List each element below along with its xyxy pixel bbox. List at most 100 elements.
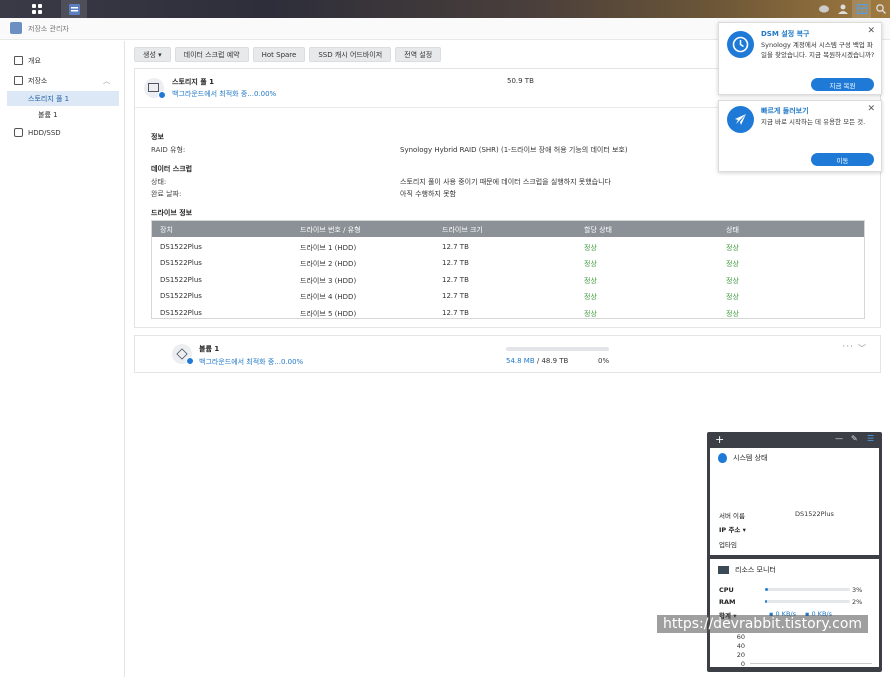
notification-dsm-restore: DSM 설정 복구 Synology 계정에서 시스템 구성 백업 파일을 찾았… [718, 22, 882, 95]
cell-allocation: 정상 [584, 310, 597, 318]
more-options-icon[interactable]: ··· [842, 342, 854, 352]
resource-monitor-title: 리소스 모니터 [735, 566, 776, 574]
uptime-label: 업타임 [719, 541, 737, 549]
sync-badge-icon [186, 357, 194, 365]
go-button[interactable]: 이동 [811, 153, 874, 166]
cpu-bar [765, 588, 850, 591]
volume-usage-bar [506, 347, 609, 351]
table-row[interactable]: DS1522Plus 드라이브 1 (HDD) 12.7 TB 정상 정상 [152, 239, 864, 255]
cell-status: 정상 [726, 310, 739, 318]
volume-usage-text: 54.8 MB / 48.9 TB [506, 357, 568, 365]
minimize-icon[interactable]: — [835, 434, 843, 443]
rocket-icon [727, 106, 754, 133]
system-health-header: 시스템 상태 [718, 453, 767, 463]
volume-used: 54.8 MB [506, 357, 535, 365]
sidebar-item-label: 개요 [28, 56, 41, 65]
column-header-status[interactable]: 상태 [726, 225, 739, 235]
pool-title: 스토리지 풀 1 [172, 78, 214, 86]
cell-allocation: 정상 [584, 260, 597, 268]
volume-status: 백그라운드에서 최적화 중...0.00% [199, 358, 304, 366]
toolbar: 생성 ▾ 데이터 스크럽 예약 Hot Spare SSD 캐시 어드바이저 전… [134, 47, 442, 63]
chart-baseline [750, 663, 872, 664]
cell-drive: 드라이브 2 (HDD) [300, 260, 357, 268]
raid-type-value: Synology Hybrid RAID (SHR) (1-드라이브 장애 허용… [400, 146, 628, 154]
cell-device: DS1522Plus [160, 276, 202, 284]
cell-drive: 드라이브 3 (HDD) [300, 277, 357, 285]
cell-size: 12.7 TB [442, 292, 469, 300]
schedule-scrub-button[interactable]: 데이터 스크럽 예약 [174, 47, 249, 62]
sidebar-item-label: 저장소 [28, 76, 48, 85]
monitor-icon [718, 566, 729, 574]
volume-total: / 48.9 TB [536, 357, 569, 365]
axis-tick: 40 [736, 642, 745, 650]
chat-icon[interactable] [814, 0, 833, 18]
sidebar-item-overview[interactable]: 개요 [0, 53, 124, 68]
ssd-cache-advisor-button[interactable]: SSD 캐시 어드바이저 [309, 47, 392, 62]
volume-icon [172, 344, 194, 365]
pin-icon[interactable]: ✎ [851, 434, 858, 443]
widget-settings-icon[interactable]: ☰ [867, 434, 874, 443]
table-row[interactable]: DS1522Plus 드라이브 5 (HDD) 12.7 TB 정상 정상 [152, 305, 864, 321]
cell-allocation: 정상 [584, 277, 597, 285]
cell-device: DS1522Plus [160, 259, 202, 267]
cell-device: DS1522Plus [160, 292, 202, 300]
sync-badge-icon [158, 91, 166, 99]
cell-size: 12.7 TB [442, 309, 469, 317]
resource-monitor-header: 리소스 모니터 [718, 565, 776, 575]
cell-device: DS1522Plus [160, 309, 202, 317]
column-header-size[interactable]: 드라이브 크기 [442, 225, 483, 235]
close-icon[interactable]: ✕ [867, 104, 875, 114]
column-header-drive[interactable]: 드라이브 번호 / 유형 [300, 225, 361, 235]
ip-address-toggle[interactable]: IP 주소 ▾ [719, 524, 746, 534]
sidebar-item-storage[interactable]: 저장소 ︿ [0, 73, 124, 88]
taskbar-tray [814, 0, 890, 18]
system-health-card: 시스템 상태 서버 이름 DS1522Plus IP 주소 ▾ 업타임 [710, 448, 879, 555]
sidebar-item-hdd-ssd[interactable]: HDD/SSD [0, 125, 124, 140]
global-settings-button[interactable]: 전역 설정 [395, 47, 442, 62]
sidebar-item-label: HDD/SSD [28, 128, 61, 137]
shield-icon [718, 453, 727, 463]
ram-label: RAM [719, 598, 736, 606]
widgets-icon[interactable] [852, 0, 871, 18]
main-menu-icon[interactable] [24, 0, 50, 18]
cpu-percent: 3% [852, 586, 863, 594]
storage-manager-taskbar-icon[interactable] [61, 0, 87, 18]
resource-monitor-card: 리소스 모니터 CPU 3% RAM 2% 합계 ▾ ▪ 0 KB/s ▪ 0 … [710, 559, 879, 668]
create-dropdown-button[interactable]: 생성 ▾ [134, 47, 171, 62]
chevron-up-icon[interactable]: ︿ [103, 76, 110, 86]
storage-icon [14, 76, 23, 85]
cell-size: 12.7 TB [442, 259, 469, 267]
system-health-title: 시스템 상태 [733, 454, 768, 462]
taskbar [0, 0, 890, 18]
chevron-down-icon[interactable]: ﹀ [858, 343, 866, 354]
close-icon[interactable]: ✕ [867, 26, 875, 36]
storage-pool-icon [144, 78, 166, 99]
table-row[interactable]: DS1522Plus 드라이브 4 (HDD) 12.7 TB 정상 정상 [152, 288, 864, 304]
restore-now-button[interactable]: 지금 복원 [811, 78, 874, 91]
table-row[interactable]: DS1522Plus 드라이브 2 (HDD) 12.7 TB 정상 정상 [152, 255, 864, 271]
table-row[interactable]: DS1522Plus 드라이브 3 (HDD) 12.7 TB 정상 정상 [152, 272, 864, 288]
drive-table: 장치 드라이브 번호 / 유형 드라이브 크기 할당 상태 상태 DS1522P… [151, 220, 865, 319]
sidebar-item-volume-1[interactable]: 볼륨 1 [0, 107, 124, 122]
window-title: 저장소 관리자 [28, 25, 69, 33]
sidebar-item-storage-pool-1[interactable]: 스토리지 풀 1 [7, 91, 119, 106]
cell-status: 정상 [726, 244, 739, 252]
notification-quick-tour: 빠르게 둘러보기 지금 바로 시작하는 데 유용한 모든 것. 이동 ✕ [718, 100, 882, 172]
cell-size: 12.7 TB [442, 243, 469, 251]
hot-spare-button[interactable]: Hot Spare [252, 47, 306, 62]
cpu-label: CPU [719, 586, 734, 594]
notification-body: Synology 계정에서 시스템 구성 백업 파일을 찾았습니다. 지금 복원… [761, 41, 875, 59]
axis-tick: 0 [740, 660, 745, 668]
user-icon[interactable] [833, 0, 852, 18]
add-widget-icon[interactable]: + [715, 433, 724, 446]
cpu-bar-fill [765, 588, 768, 591]
column-header-allocation[interactable]: 할당 상태 [584, 225, 612, 235]
search-icon[interactable] [871, 0, 890, 18]
volume-panel[interactable]: 볼륨 1 백그라운드에서 최적화 중...0.00% 54.8 MB / 48.… [134, 335, 881, 373]
ram-percent: 2% [852, 598, 863, 606]
cell-drive: 드라이브 1 (HDD) [300, 244, 357, 252]
widget-panel: + — ✎ ☰ 시스템 상태 서버 이름 DS1522Plus IP 주소 ▾ … [707, 432, 882, 672]
notification-title: DSM 설정 복구 [761, 30, 810, 38]
server-name-label: 서버 이름 [719, 512, 745, 520]
column-header-device[interactable]: 장치 [160, 225, 173, 235]
